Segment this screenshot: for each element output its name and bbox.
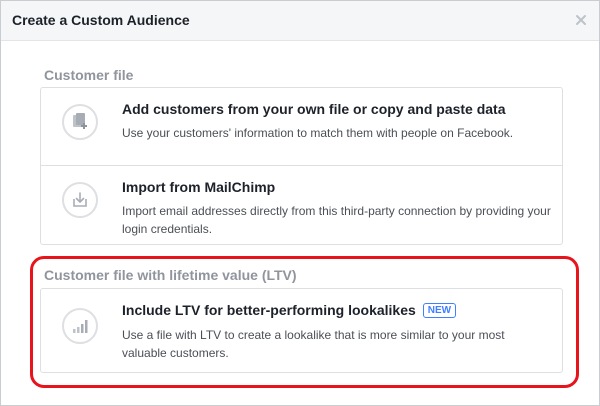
option-title-text: Include LTV for better-performing lookal… — [122, 302, 416, 318]
option-description: Use your customers' information to match… — [122, 126, 514, 140]
dialog-header: Create a Custom Audience — [1, 1, 599, 41]
section-title-ltv: Customer file with lifetime value (LTV) — [44, 267, 297, 283]
bar-chart-icon — [62, 308, 98, 344]
new-badge: NEW — [422, 303, 457, 318]
custom-audience-dialog: Create a Custom Audience Customer file A… — [0, 0, 600, 406]
option-include-ltv[interactable]: Include LTV for better-performing lookal… — [41, 289, 562, 372]
option-description: Use a file with LTV to create a lookalik… — [122, 328, 505, 360]
option-title: Include LTV for better-performing lookal… — [122, 302, 457, 318]
option-add-customers-from-file[interactable]: Add customers from your own file or copy… — [41, 88, 562, 165]
section-title-customer-file: Customer file — [44, 67, 134, 83]
option-title: Import from MailChimp — [122, 179, 276, 195]
ltv-options: Include LTV for better-performing lookal… — [40, 288, 563, 373]
option-title: Add customers from your own file or copy… — [122, 101, 506, 117]
option-import-mailchimp[interactable]: Import from MailChimp Import email addre… — [41, 165, 562, 244]
option-description: Import email addresses directly from thi… — [122, 204, 551, 236]
dialog-title: Create a Custom Audience — [12, 12, 190, 28]
import-icon — [62, 182, 98, 218]
customer-file-options: Add customers from your own file or copy… — [40, 87, 563, 245]
close-icon[interactable] — [574, 13, 588, 27]
file-add-icon — [62, 104, 98, 140]
